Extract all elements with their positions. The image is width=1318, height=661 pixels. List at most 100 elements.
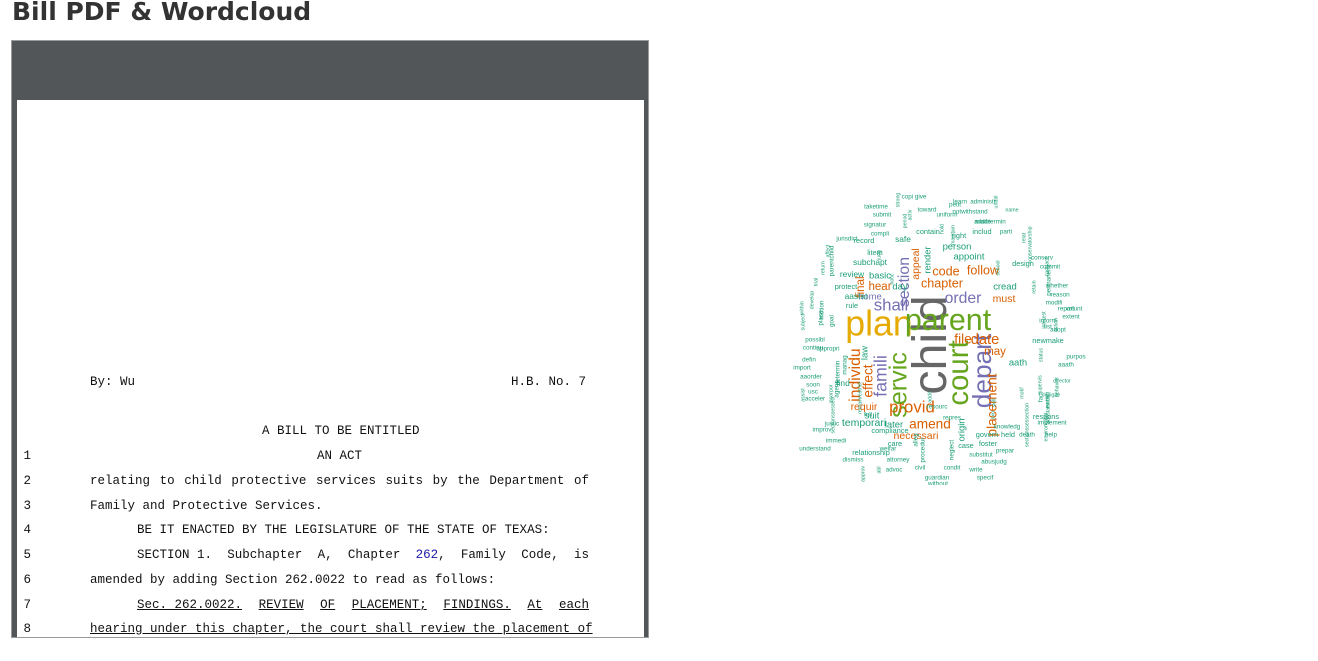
wordcloud-word: compliance xyxy=(871,426,908,435)
line-number: 4 xyxy=(23,523,31,537)
wordcloud-word: includ xyxy=(972,227,991,236)
wordcloud-word: assist xyxy=(800,388,806,402)
wordcloud-word: review xyxy=(840,269,865,279)
wordcloud-word: aaath xyxy=(1058,362,1074,369)
wordcloud-word: must xyxy=(993,293,1016,305)
wordcloud-word: origin xyxy=(957,418,968,441)
bill-line-2: relating to child protective services su… xyxy=(90,474,589,488)
word: OF xyxy=(320,598,336,612)
word: relating xyxy=(90,474,151,488)
page-title: Bill PDF & Wordcloud xyxy=(12,0,312,26)
word: At xyxy=(527,598,543,612)
wordcloud-word: procedur xyxy=(920,438,927,463)
pdf-viewer[interactable]: By: Wu H.B. No. 7 A BILL TO BE ENTITLED … xyxy=(11,40,649,638)
wordcloud-word: acceler xyxy=(805,396,825,403)
wordcloud-word: remainrestrict xyxy=(857,382,863,414)
word: suits xyxy=(385,474,424,488)
wordcloud-word: soon xyxy=(806,382,820,389)
wordcloud-word: extent xyxy=(1062,314,1079,321)
wordcloud-word: agenc xyxy=(834,380,841,397)
wordcloud-word: prepar xyxy=(996,448,1014,455)
bill-line-7: Sec. 262.0022. REVIEW OF PLACEMENT; FIND… xyxy=(137,598,589,612)
wordcloud-word: aaorder xyxy=(800,374,822,381)
wordcloud-word: purpos xyxy=(1066,354,1085,361)
wordcloud-word: newmake xyxy=(1032,336,1063,345)
wordcloud-word: notic xyxy=(889,273,895,284)
wordcloud-word: strong xyxy=(895,193,901,208)
wordcloud-word: interest xyxy=(1041,311,1047,329)
wordcloud-word: goal xyxy=(829,315,836,327)
wordcloud-word: safe xyxy=(895,234,911,244)
wordcloud-word: protect xyxy=(835,282,857,291)
wordcloud-word: permanenc xyxy=(1046,264,1053,296)
wordcloud-word: person xyxy=(943,242,972,253)
wordcloud-word: retain xyxy=(1031,280,1037,293)
wordcloud-word: full xyxy=(864,412,872,419)
wordcloud-word: subchapt xyxy=(853,257,888,267)
wordcloud-word: case xyxy=(958,441,974,450)
wordcloud-word: alleg xyxy=(913,433,920,447)
pdf-page[interactable]: By: Wu H.B. No. 7 A BILL TO BE ENTITLED … xyxy=(17,100,644,637)
wordcloud-word: jurisdict xyxy=(835,236,858,243)
word: Sec. 262.0022. xyxy=(137,598,243,612)
bill-line-4: BE IT ENACTED BY THE LEGISLATURE OF THE … xyxy=(137,523,550,537)
bill-line-6: amended by adding Section 262.0022 to re… xyxy=(90,573,496,587)
line-number: 1 xyxy=(23,449,31,463)
wordcloud-word: affect xyxy=(825,244,831,257)
wordcloud-word: subject xyxy=(800,313,806,330)
wordcloud-word: motif xyxy=(1019,387,1025,399)
word: is xyxy=(573,548,589,562)
wordcloud-word: render xyxy=(923,246,934,273)
wordcloud-word: welfar xyxy=(879,446,897,453)
wordcloud-word: unabl xyxy=(993,196,999,209)
wordcloud-word: appeal xyxy=(910,248,922,280)
wordcloud-word: abusjudg xyxy=(981,459,1007,466)
wordcloud-word: cread xyxy=(993,282,1017,293)
word: Code, xyxy=(521,548,559,562)
wordcloud-word: may xyxy=(984,346,1006,358)
wordcloud-word: parti xyxy=(1000,229,1012,236)
chapter-262-link[interactable]: 262 xyxy=(416,548,439,562)
wordcloud-word: manag xyxy=(842,355,849,375)
wordcloud-word: advoc xyxy=(886,467,903,474)
wordcloud-word: environment xyxy=(1043,412,1049,441)
bill-number: H.B. No. 7 xyxy=(511,375,587,389)
word: REVIEW xyxy=(258,598,304,612)
wordcloud-word: judg xyxy=(876,250,882,261)
bill-line-8: hearing under this chapter, the court sh… xyxy=(90,622,593,636)
wordcloud-word: volunt xyxy=(1066,306,1083,313)
wordcloud-word: submit xyxy=(873,212,892,219)
wordcloud-word: neglect xyxy=(949,440,956,461)
wordcloud-word: approv xyxy=(860,466,866,482)
wordcloud-canvas: childplanparentcourtdepartservicfamiliin… xyxy=(793,193,1085,485)
bill-line-5: SECTION 1. Subchapter A, Chapter 262, Fa… xyxy=(137,548,589,562)
wordcloud-word: notwithstand xyxy=(952,209,988,216)
wordcloud-word: termin xyxy=(988,219,1006,226)
wordcloud-word: administr xyxy=(970,199,996,206)
word: FINDINGS. xyxy=(443,598,511,612)
word: services xyxy=(315,474,376,488)
wordcloud-word: modifi xyxy=(1046,300,1063,307)
wordcloud-word: defin xyxy=(802,357,816,364)
word: Chapter xyxy=(347,548,401,562)
wordcloud-word: copi give xyxy=(902,194,927,201)
wordcloud-word: action xyxy=(1053,318,1059,332)
wordcloud-word: without xyxy=(927,481,948,485)
wordcloud-word: hold xyxy=(939,224,945,234)
wordcloud-word: rule xyxy=(846,301,858,310)
word: SECTION 1. xyxy=(137,548,213,562)
wordcloud-word: trial xyxy=(813,278,819,286)
word: by xyxy=(432,474,448,488)
wordcloud-word: conserv xyxy=(1031,255,1054,262)
wordcloud-word: taketime xyxy=(864,204,888,211)
bill-author: By: Wu xyxy=(90,375,136,389)
wordcloud-word: foster xyxy=(979,439,998,448)
wordcloud-word: behavior xyxy=(1054,377,1060,397)
wordcloud-word: sectionssessection xyxy=(1024,403,1030,447)
word: Department xyxy=(489,474,565,488)
wordcloud-word: activ xyxy=(907,209,913,220)
word: to xyxy=(159,474,175,488)
wordcloud-word: supervis xyxy=(1037,375,1043,395)
line-number: 6 xyxy=(23,573,31,587)
wordcloud-word: contain xyxy=(916,227,940,236)
